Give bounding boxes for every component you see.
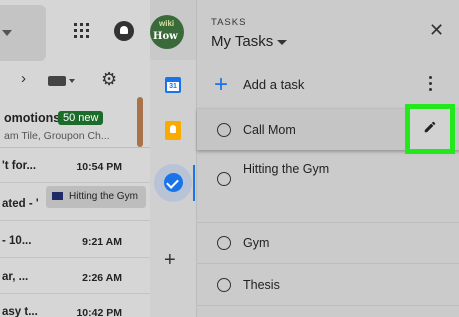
chevron-down-icon[interactable] [277, 40, 287, 45]
chevron-down-icon[interactable] [69, 79, 75, 83]
task-checkbox[interactable] [217, 123, 231, 137]
keyboard-icon[interactable] [48, 76, 66, 86]
mail-scrollbar[interactable] [137, 97, 143, 147]
mail-row[interactable]: 't for... 10:54 PM [0, 149, 150, 183]
apps-icon[interactable] [74, 23, 89, 38]
search-options-icon[interactable] [2, 30, 12, 36]
task-item[interactable]: Hitting the Gym [197, 151, 459, 219]
edit-icon[interactable] [423, 120, 437, 134]
linked-email-label: Hitting the Gym [69, 191, 138, 202]
task-title: Hitting the Gym [243, 162, 330, 176]
task-checkbox[interactable] [217, 278, 231, 292]
settings-icon[interactable]: ⚙ [101, 69, 117, 90]
mail-subject: 't for... [2, 160, 37, 172]
new-count-badge: 50 new [58, 111, 104, 125]
mail-time: 2:26 AM [82, 272, 122, 284]
avatar[interactable]: wiki How [150, 15, 184, 49]
add-task-button[interactable]: Add a task [243, 77, 304, 92]
task-checkbox[interactable] [217, 236, 231, 250]
task-checkbox[interactable] [217, 172, 231, 186]
mail-row[interactable]: - 10... 9:21 AM [0, 224, 150, 258]
calendar-icon[interactable]: 31 [165, 77, 181, 93]
gmail-pane: › ⚙ omotions 50 new am Tile, Groupon Ch.… [0, 0, 150, 317]
avatar-logo-text: wiki [159, 19, 175, 28]
more-vert-icon[interactable] [429, 76, 432, 94]
mail-row[interactable]: ar, ... 2:26 AM [0, 260, 150, 294]
mail-subject: asy t... [2, 306, 38, 317]
task-title: Gym [243, 236, 270, 250]
task-list-end [197, 305, 459, 317]
promotions-senders: am Tile, Groupon Ch... [4, 130, 110, 142]
email-icon [52, 192, 63, 200]
mail-subject: - 10... [2, 235, 32, 247]
search-box[interactable] [0, 5, 46, 61]
promotions-row[interactable]: omotions 50 new am Tile, Groupon Ch... [0, 104, 150, 148]
list-selector[interactable]: My Tasks [211, 33, 273, 50]
mail-subject: ar, ... [2, 271, 29, 283]
task-title: Thesis [243, 278, 280, 292]
notifications-icon[interactable] [114, 21, 134, 41]
avatar-logo-text: How [153, 31, 178, 42]
mail-subject: ated - ' [2, 198, 39, 210]
active-indicator [193, 165, 195, 201]
add-addon-icon[interactable]: + [164, 250, 176, 270]
add-icon[interactable]: + [214, 73, 228, 97]
mail-toolbar: › ⚙ [0, 68, 150, 94]
tasks-icon[interactable] [164, 173, 183, 192]
panel-eyebrow: TASKS [211, 17, 247, 28]
close-icon[interactable]: ✕ [429, 21, 444, 39]
mail-time: 10:42 PM [76, 307, 122, 317]
keep-icon[interactable] [165, 121, 181, 140]
mail-time: 10:54 PM [76, 161, 122, 173]
promotions-label: omotions [4, 111, 61, 125]
task-item[interactable]: Gym [197, 222, 459, 262]
mail-time: 9:21 AM [82, 236, 122, 248]
linked-email-chip[interactable]: Hitting the Gym [46, 186, 146, 208]
chevron-right-icon[interactable]: › [21, 70, 26, 87]
task-item[interactable]: Thesis [197, 263, 459, 305]
mail-row[interactable]: asy t... 10:42 PM [0, 295, 150, 317]
task-title: Call Mom [243, 123, 296, 137]
tasks-panel: TASKS My Tasks ✕ + Add a task Call Mom H… [196, 0, 459, 317]
